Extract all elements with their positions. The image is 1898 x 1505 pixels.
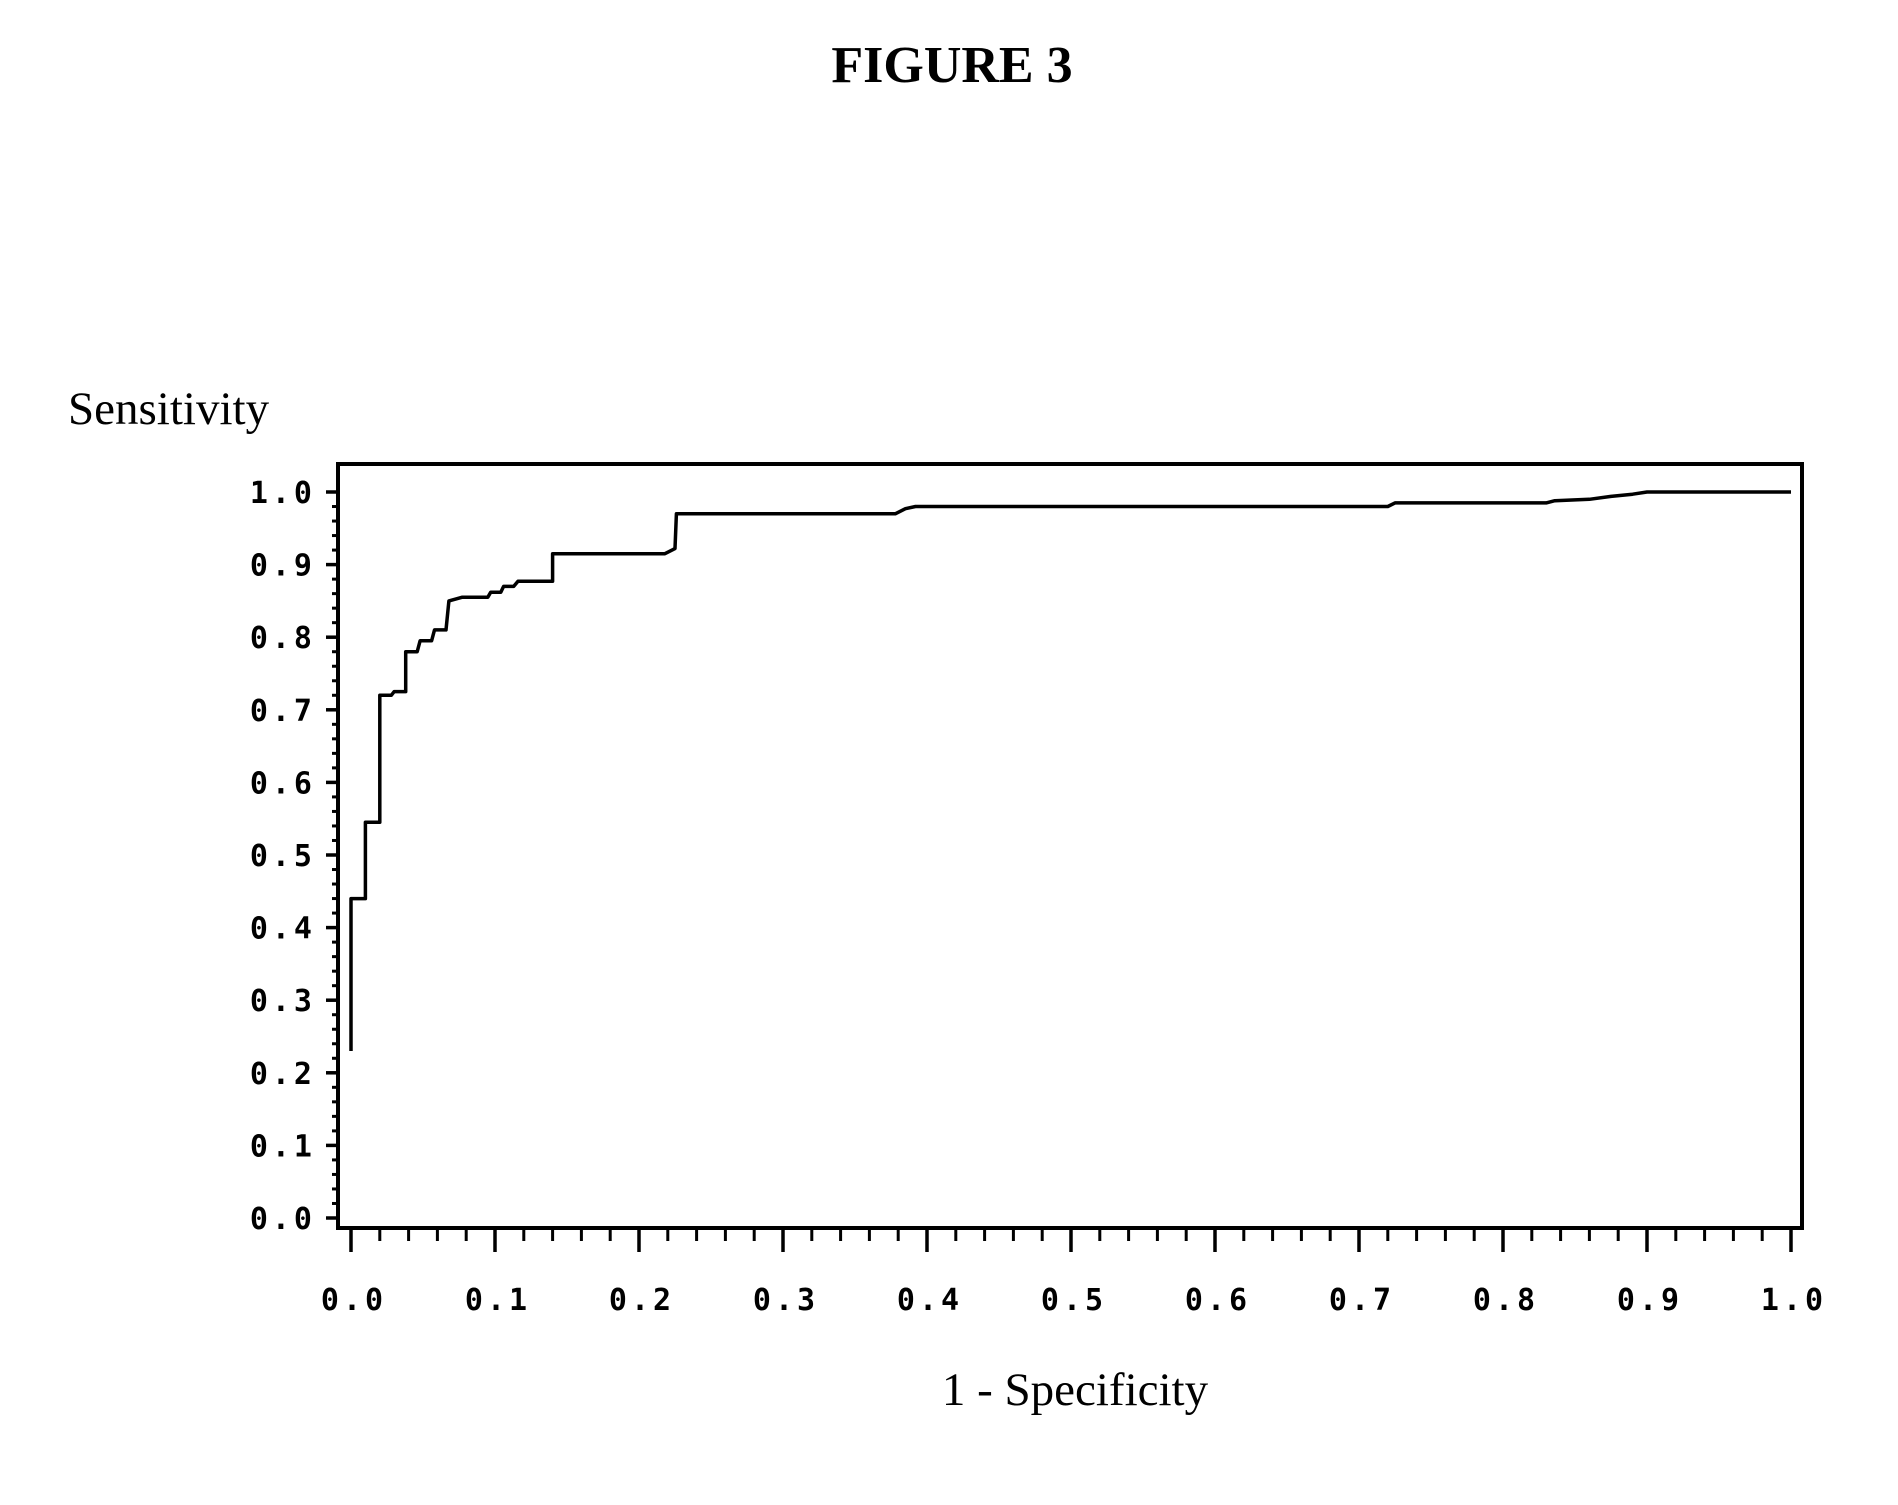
y-tick-label: 0.5	[250, 839, 316, 874]
roc-figure: FIGURE 3 Sensitivity 1 - Specificity 0.0…	[68, 37, 1827, 1416]
y-tick-label: 0.3	[250, 984, 316, 1019]
x-tick-label: 0.3	[753, 1283, 819, 1318]
y-axis-label: Sensitivity	[68, 383, 270, 435]
y-tick-label: 0.6	[250, 766, 316, 801]
y-tick-label: 0.2	[250, 1057, 316, 1092]
x-tick-label: 0.4	[897, 1283, 963, 1318]
y-tick-label: 0.0	[250, 1202, 316, 1237]
x-tick-label: 1.0	[1761, 1283, 1827, 1318]
x-tick-label: 0.6	[1185, 1283, 1251, 1318]
x-tick-label: 0.0	[321, 1283, 387, 1318]
y-tick-label: 1.0	[250, 476, 316, 511]
y-axis: 0.0 0.1 0.2 0.3 0.4 0.5 0.6 0.7 0.8 0.9 1.0	[250, 476, 338, 1237]
roc-curve	[349, 490, 1791, 1051]
x-axis-label: 1 - Specificity	[942, 1364, 1209, 1416]
y-tick-label: 0.9	[250, 549, 316, 584]
y-tick-label: 0.7	[250, 694, 316, 729]
x-tick-label: 0.5	[1041, 1283, 1107, 1318]
x-tick-label: 0.8	[1473, 1283, 1539, 1318]
x-axis: 0.0 0.1 0.2 0.3 0.4 0.5 0.6 0.7 0.8 0.9 1.0	[321, 1228, 1827, 1318]
y-tick-label: 0.1	[250, 1129, 316, 1164]
series-layer	[349, 490, 1791, 1051]
x-tick-label: 0.1	[465, 1283, 531, 1318]
x-tick-label: 0.7	[1329, 1283, 1395, 1318]
y-tick-label: 0.8	[250, 621, 316, 656]
x-tick-label: 0.9	[1617, 1283, 1683, 1318]
plot-frame	[336, 462, 1804, 1230]
figure-title: FIGURE 3	[831, 37, 1072, 94]
y-tick-label: 0.4	[250, 912, 316, 947]
x-tick-label: 0.2	[609, 1283, 675, 1318]
